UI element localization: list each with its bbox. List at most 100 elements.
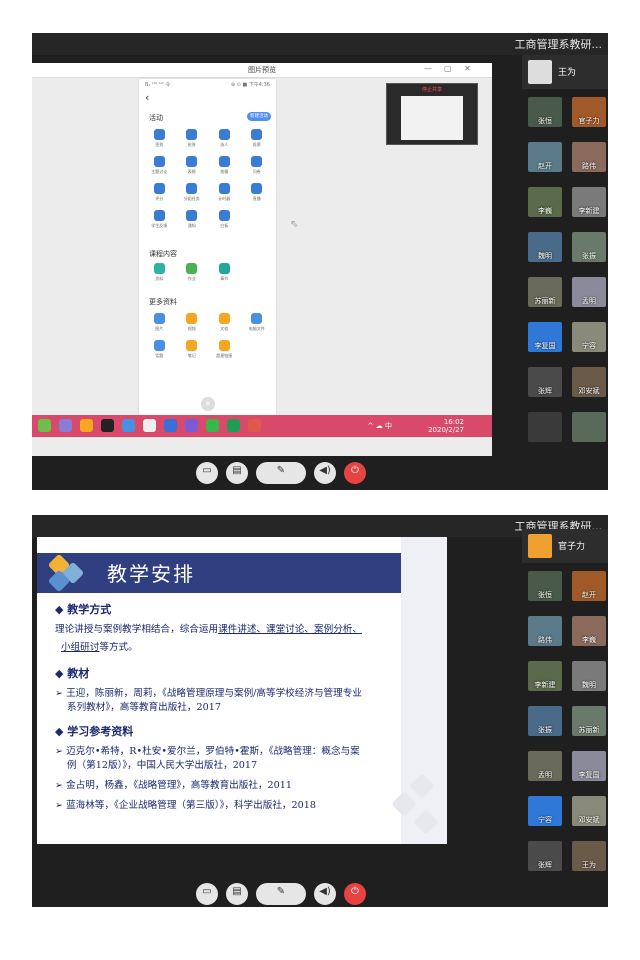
app-tile[interactable]: 抢答	[176, 129, 209, 148]
minimize-icon[interactable]: —	[424, 64, 432, 73]
participant-tile[interactable]: 苏丽新	[572, 706, 606, 736]
speaker-button[interactable]: ◀)	[314, 462, 336, 484]
mail-icon[interactable]	[143, 419, 156, 432]
participant-tile[interactable]: 王为	[572, 841, 606, 871]
participant-tile[interactable]: 孟明	[572, 277, 606, 307]
back-icon[interactable]: ‹	[145, 91, 149, 104]
participant-tile[interactable]: 路伟	[528, 616, 562, 646]
tray-ime[interactable]: ^ ☁ 中	[368, 421, 392, 431]
participant-name: 苏丽新	[578, 726, 600, 734]
app-tile[interactable]: 签到	[143, 129, 176, 148]
participant-tile[interactable]: 邓安斌	[572, 367, 606, 397]
app-icon[interactable]	[59, 419, 72, 432]
slide-textbook-line-2: 系列教材》，高等教育出版社，2017	[67, 702, 221, 713]
app-tile[interactable]: 文档	[208, 313, 241, 332]
participant-tile[interactable]: 路伟	[572, 142, 606, 172]
participant-tile[interactable]: 李复国	[572, 751, 606, 781]
app-tile-icon	[186, 156, 198, 167]
qq-icon[interactable]	[101, 419, 114, 432]
participant-tile[interactable]: 孟明	[528, 751, 562, 781]
participant-tile[interactable]: 宁容	[528, 796, 562, 826]
chrome-icon[interactable]	[206, 419, 219, 432]
document-button[interactable]: ▤	[226, 883, 248, 905]
meeting-app-icon[interactable]	[185, 419, 198, 432]
participant-tile[interactable]: 赵开	[528, 142, 562, 172]
app-tile[interactable]: 评分	[143, 183, 176, 202]
powerpoint-icon[interactable]	[248, 419, 261, 432]
app-tile[interactable]: 白板	[208, 210, 241, 229]
host-tile[interactable]: 王为	[522, 55, 608, 89]
wechat-icon[interactable]	[38, 419, 51, 432]
participant-tile[interactable]: 李巍	[572, 616, 606, 646]
participant-tile[interactable]: 魏明	[528, 232, 562, 262]
participant-tile[interactable]	[572, 412, 606, 442]
app-tile[interactable]: 作业	[176, 263, 209, 282]
app-tile[interactable]: 直播	[241, 183, 274, 202]
screen-share-button[interactable]: ▭	[196, 462, 218, 484]
participant-tile[interactable]: 李巍	[528, 187, 562, 217]
speaker-button[interactable]: ◀)	[314, 883, 336, 905]
self-preview-window[interactable]: 停止共享	[386, 83, 478, 145]
maximize-icon[interactable]: ▢	[444, 64, 452, 73]
mute-button[interactable]: ✎	[256, 462, 306, 484]
close-icon[interactable]: ✕	[464, 64, 471, 73]
close-preview-button[interactable]: ×	[201, 397, 215, 411]
mute-button[interactable]: ✎	[256, 883, 306, 905]
participant-name: 李复国	[578, 771, 600, 779]
app-tile-icon	[218, 263, 230, 274]
browser-icon[interactable]	[80, 419, 93, 432]
participant-tile[interactable]: 李新建	[528, 661, 562, 691]
participant-tile[interactable]: 张辉	[528, 841, 562, 871]
host-tile[interactable]: 官子力	[522, 529, 608, 563]
slide-title: 教学安排	[107, 562, 195, 586]
slide-method-text-2: 小组研讨等方式。	[61, 639, 138, 653]
app-tile[interactable]: 资料	[143, 263, 176, 282]
app-tile[interactable]: 问卷	[241, 156, 274, 175]
app-tile[interactable]: 投票	[241, 129, 274, 148]
participant-name: 李新建	[534, 681, 556, 689]
screen-share-button[interactable]: ▭	[196, 883, 218, 905]
app-tile[interactable]: 拍摄	[208, 156, 241, 175]
avatar	[528, 60, 552, 84]
excel-icon[interactable]	[227, 419, 240, 432]
participant-tile[interactable]: 张辉	[528, 367, 562, 397]
participant-tile[interactable]: 苏丽新	[528, 277, 562, 307]
app-tile[interactable]: 主题讨论	[143, 156, 176, 175]
editor-icon[interactable]	[122, 419, 135, 432]
document-button[interactable]: ▤	[226, 462, 248, 484]
app-tile[interactable]: 表格	[176, 156, 209, 175]
participant-tile[interactable]: 张振	[572, 232, 606, 262]
app-tile[interactable]: 通知	[176, 210, 209, 229]
participant-name: 孟明	[538, 771, 552, 779]
participant-tile[interactable]: 张恒	[528, 571, 562, 601]
app-tile-icon	[153, 156, 165, 167]
app-tile[interactable]: 视频	[176, 313, 209, 332]
participant-tile[interactable]: 魏明	[572, 661, 606, 691]
participant-tile[interactable]: 李新建	[572, 187, 606, 217]
participant-tile[interactable]	[528, 412, 562, 442]
hangup-button[interactable]: ⏻	[344, 462, 366, 484]
app-tile[interactable]: 章节	[208, 263, 241, 282]
new-activity-button[interactable]: 新建活动	[247, 112, 271, 121]
app-tile[interactable]: 话题	[143, 340, 176, 359]
participant-tile[interactable]: 李复国	[528, 322, 562, 352]
participant-tile[interactable]: 张振	[528, 706, 562, 736]
participant-tile[interactable]: 张恒	[528, 97, 562, 127]
hangup-button[interactable]: ⏻	[344, 883, 366, 905]
app-tile[interactable]: 选人	[208, 129, 241, 148]
app-tile[interactable]: 电脑文件	[241, 313, 274, 332]
app-tile[interactable]: 图片	[143, 313, 176, 332]
stop-share-label[interactable]: 停止共享	[387, 86, 477, 93]
participant-tile[interactable]: 官子力	[572, 97, 606, 127]
explorer-icon[interactable]	[164, 419, 177, 432]
participant-tile[interactable]: 邓安斌	[572, 796, 606, 826]
participant-tile[interactable]: 赵开	[572, 571, 606, 601]
participant-tile[interactable]: 宁容	[572, 322, 606, 352]
app-tile[interactable]: 计时器	[208, 183, 241, 202]
app-tile[interactable]: 学生反馈	[143, 210, 176, 229]
participant-name: 邓安斌	[578, 387, 600, 395]
app-tile[interactable]: 笔记	[176, 340, 209, 359]
tray-clock[interactable]: 16:02 2020/2/27	[428, 418, 464, 434]
app-tile[interactable]: 超星链接	[208, 340, 241, 359]
app-tile[interactable]: 分组任务	[176, 183, 209, 202]
